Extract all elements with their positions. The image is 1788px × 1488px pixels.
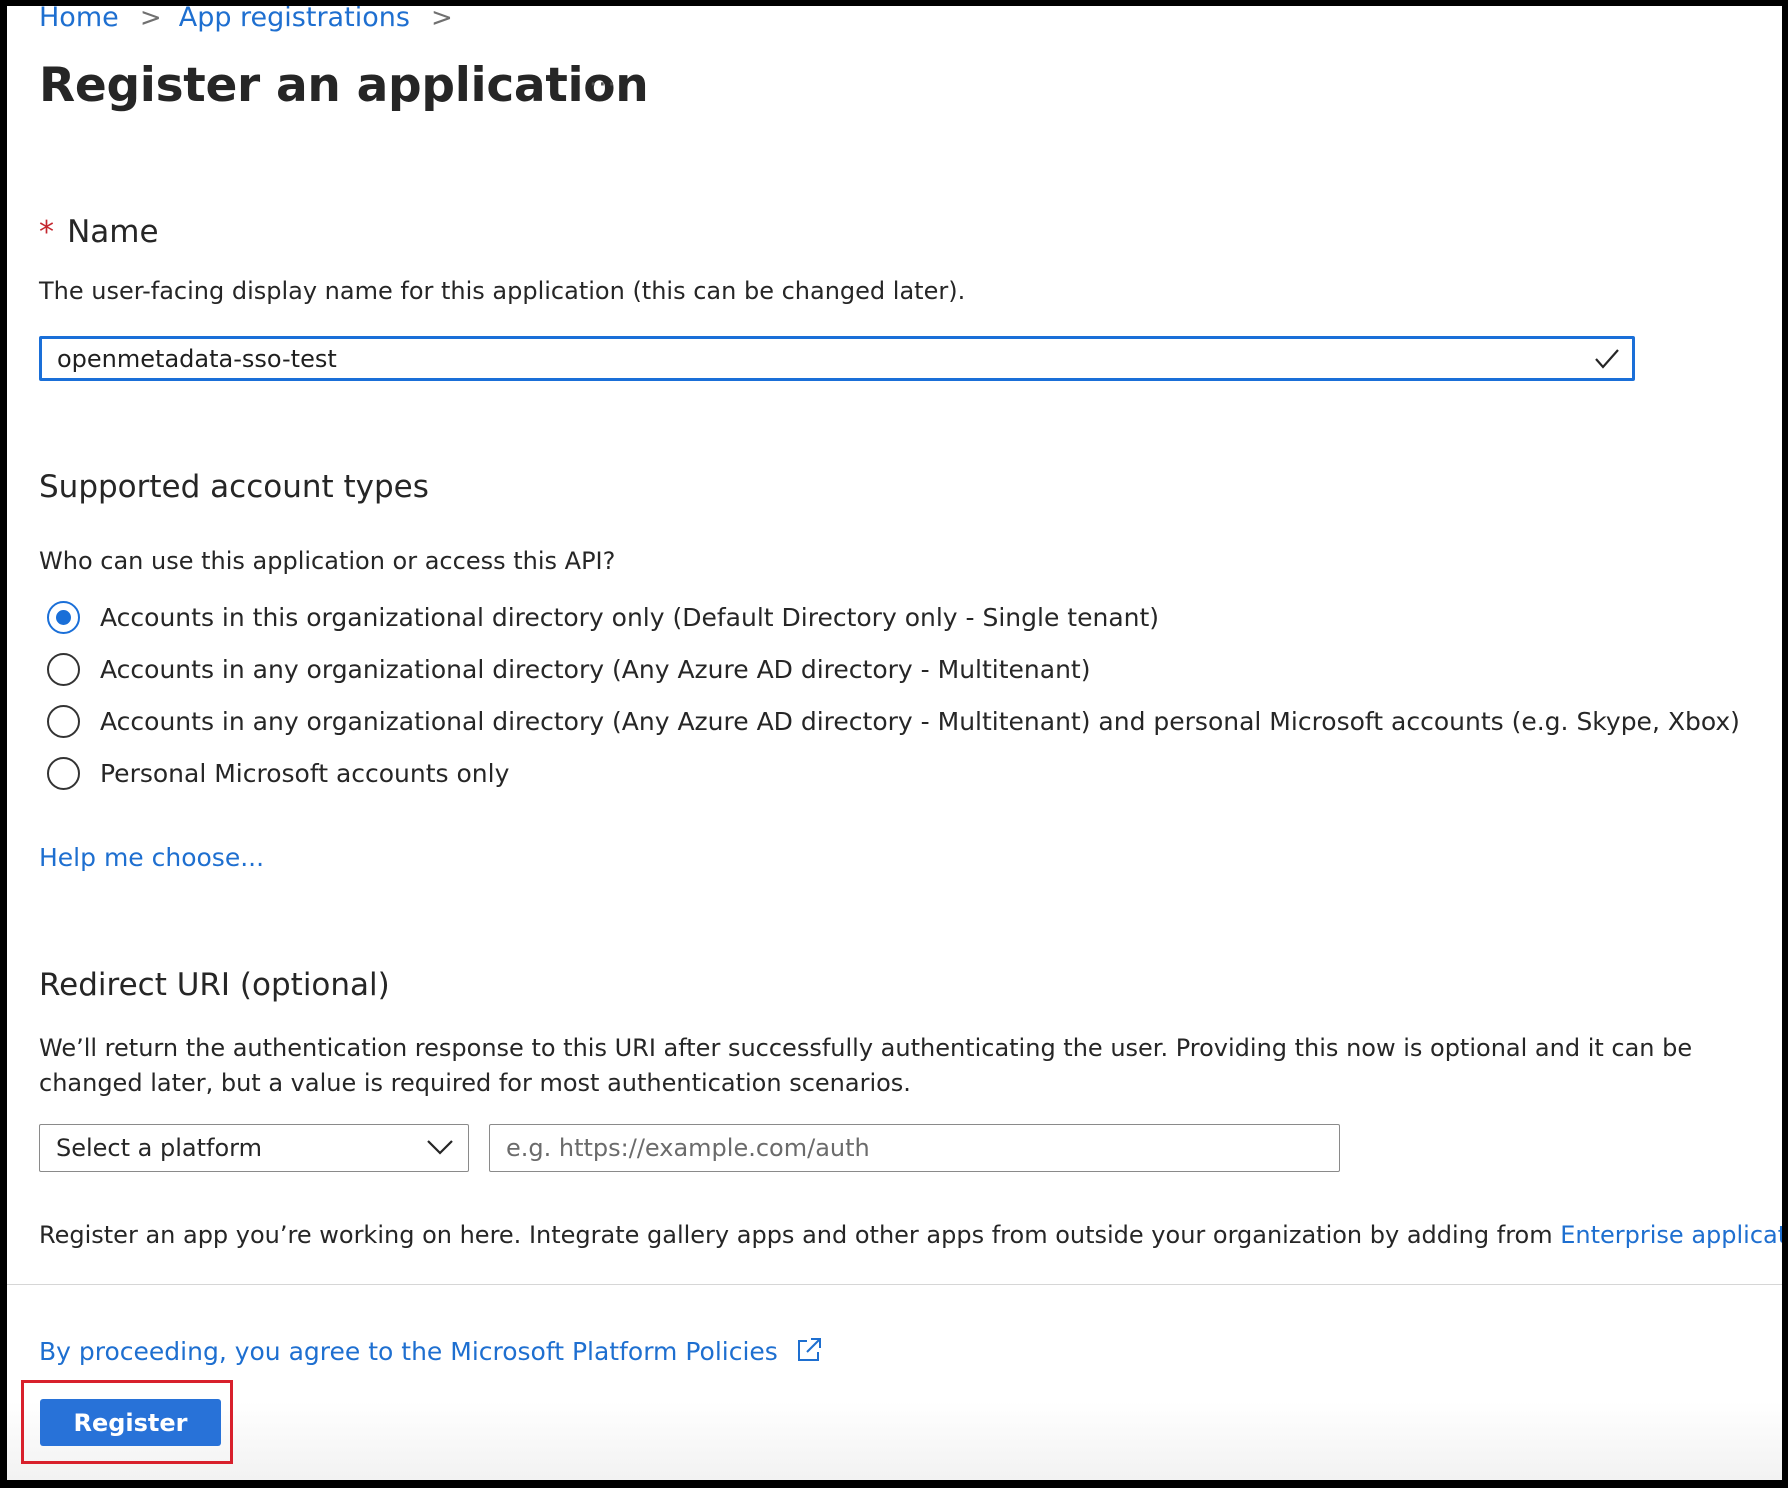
radio-label: Accounts in any organizational directory… (100, 706, 1740, 736)
redirect-uri-description-line1: We’ll return the authentication response… (39, 1034, 1693, 1062)
chevron-right-icon: > (139, 6, 162, 33)
redirect-uri-input[interactable] (506, 1125, 1306, 1170)
name-input[interactable] (57, 339, 1557, 378)
breadcrumb: Home > App registrations > (39, 6, 453, 33)
register-app-panel: Home > App registrations > Register an a… (7, 6, 1782, 1480)
name-label-row: * Name (39, 214, 159, 250)
radio-label: Accounts in any organizational directory… (100, 654, 1091, 684)
footer-divider (7, 1284, 1782, 1285)
radio-label: Accounts in this organizational director… (100, 602, 1160, 632)
checkmark-icon (1595, 349, 1619, 369)
platform-policies-link[interactable]: By proceeding, you agree to the Microsof… (39, 1337, 778, 1366)
radio-label: Personal Microsoft accounts only (100, 758, 510, 788)
account-types-question: Who can use this application or access t… (39, 547, 616, 575)
radio-button[interactable] (47, 652, 80, 686)
more-options-button[interactable]: ··· (589, 70, 617, 100)
platform-select[interactable]: Select a platform (39, 1124, 469, 1172)
required-marker: * (39, 215, 54, 250)
chevron-down-icon (427, 1140, 453, 1155)
external-link-icon[interactable] (795, 1336, 823, 1364)
platform-select-value: Select a platform (56, 1134, 262, 1162)
name-input-wrapper (39, 336, 1635, 381)
chevron-right-icon: > (431, 6, 453, 33)
account-option-multitenant-personal[interactable]: Accounts in any organizational directory… (47, 702, 1740, 740)
radio-button[interactable] (47, 704, 80, 738)
account-types-heading: Supported account types (39, 469, 429, 505)
enterprise-applications-link[interactable]: Enterprise applications (1560, 1221, 1782, 1249)
account-option-single-tenant[interactable]: Accounts in this organizational director… (47, 598, 1159, 636)
redirect-uri-heading: Redirect URI (optional) (39, 967, 390, 1003)
gallery-note-text: Register an app you’re working on here. … (39, 1221, 1561, 1249)
policy-link-row: By proceeding, you agree to the Microsof… (39, 1336, 823, 1366)
radio-button[interactable] (47, 756, 80, 790)
redirect-uri-description-line2: changed later, but a value is required f… (39, 1069, 911, 1097)
footer-bar (7, 1285, 1782, 1480)
register-button[interactable]: Register (40, 1399, 221, 1446)
help-me-choose-link[interactable]: Help me choose... (39, 843, 264, 872)
account-option-personal-only[interactable]: Personal Microsoft accounts only (47, 754, 509, 792)
breadcrumb-app-registrations-link[interactable]: App registrations (179, 6, 410, 33)
radio-button-selected[interactable] (47, 600, 80, 634)
breadcrumb-home-link[interactable]: Home (39, 6, 119, 33)
gallery-note: Register an app you’re working on here. … (39, 1221, 1782, 1249)
page-title: Register an application (39, 58, 649, 113)
name-description: The user-facing display name for this ap… (39, 277, 966, 305)
account-option-multitenant[interactable]: Accounts in any organizational directory… (47, 650, 1090, 688)
name-label: Name (67, 214, 159, 250)
redirect-uri-input-wrapper (489, 1124, 1340, 1172)
